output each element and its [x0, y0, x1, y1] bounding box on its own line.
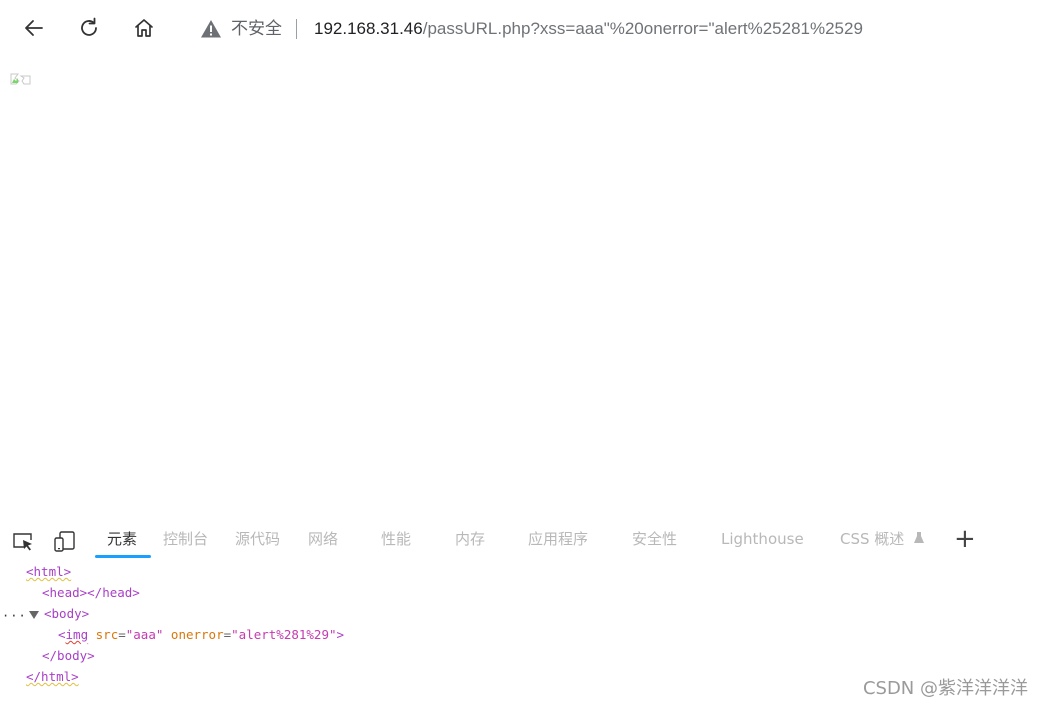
url-path: /passURL.php?xss=aaa"%20onerror="alert%2… — [422, 19, 863, 38]
dom-node-html-close[interactable]: </html> — [26, 668, 79, 686]
tab-lighthouse[interactable]: Lighthouse — [721, 529, 804, 549]
dom-node-html-open[interactable]: <html> — [26, 563, 71, 581]
dom-tag-text: <head></head> — [42, 585, 140, 600]
tab-memory[interactable]: 内存 — [455, 529, 485, 549]
tab-network[interactable]: 网络 — [308, 529, 338, 549]
browser-toolbar: 不安全 192.168.31.46/passURL.php?xss=aaa"%2… — [0, 0, 1044, 58]
tab-application[interactable]: 应用程序 — [528, 529, 588, 549]
inspect-cursor-icon — [13, 533, 32, 551]
dom-attr-onerror-value: "alert%281%29" — [231, 627, 337, 642]
dom-node-head[interactable]: <head></head> — [42, 584, 140, 602]
expand-triangle-icon[interactable] — [29, 611, 39, 619]
more-tabs-plus-icon[interactable]: + — [954, 525, 976, 553]
refresh-button[interactable] — [75, 14, 103, 42]
dom-tag-text: </html> — [26, 669, 79, 684]
dom-bracket: > — [336, 627, 345, 642]
device-emulation-button[interactable] — [52, 528, 78, 554]
dom-tag-name: img — [65, 627, 89, 642]
flask-icon — [914, 532, 925, 543]
arrow-left-icon — [25, 20, 43, 36]
tab-elements[interactable]: 元素 — [107, 529, 137, 549]
broken-image-icon — [10, 73, 31, 85]
dom-node-body-open[interactable]: <body> — [44, 605, 89, 623]
refresh-icon — [81, 17, 97, 36]
home-button[interactable] — [130, 14, 158, 42]
address-separator — [296, 19, 297, 39]
dom-tag-text: <html> — [26, 564, 72, 579]
tab-css-overview[interactable]: CSS 概述 — [840, 529, 925, 549]
dom-equals: = — [118, 627, 126, 642]
back-button[interactable] — [20, 14, 48, 42]
tab-css-overview-label: CSS 概述 — [840, 530, 905, 548]
devtools-tab-bar: 元素 控制台 源代码 网络 性能 内存 应用程序 安全性 Lighthouse … — [0, 520, 1044, 560]
dom-bracket: < — [58, 627, 66, 642]
device-toolbar-icon — [54, 531, 75, 552]
dom-tag-text: <body> — [44, 606, 90, 621]
inspect-element-button[interactable] — [10, 528, 36, 554]
tab-security[interactable]: 安全性 — [632, 529, 677, 549]
tab-sources[interactable]: 源代码 — [235, 529, 280, 549]
active-tab-indicator — [95, 555, 151, 558]
warning-icon[interactable] — [200, 18, 222, 40]
dom-attr-onerror: onerror — [170, 627, 224, 642]
security-status-label[interactable]: 不安全 — [231, 18, 282, 40]
tab-performance[interactable]: 性能 — [381, 529, 411, 549]
watermark-text: CSDN @紫洋洋洋洋 — [862, 678, 1028, 699]
home-icon — [135, 19, 153, 37]
dom-node-body-close[interactable]: </body> — [42, 647, 95, 665]
dom-tag-text: </body> — [42, 648, 95, 663]
url-host: 192.168.31.46 — [314, 19, 423, 38]
node-actions-ellipsis[interactable]: ··· — [2, 609, 27, 623]
dom-equals: = — [223, 627, 232, 642]
dom-attr-src: src — [95, 627, 119, 642]
dom-attr-src-value: "aaa" — [125, 627, 164, 642]
tab-console[interactable]: 控制台 — [163, 529, 208, 549]
address-bar[interactable]: 192.168.31.46/passURL.php?xss=aaa"%20one… — [314, 18, 863, 40]
dom-node-img[interactable]: <img src="aaa" onerror="alert%281%29"> — [58, 626, 344, 644]
